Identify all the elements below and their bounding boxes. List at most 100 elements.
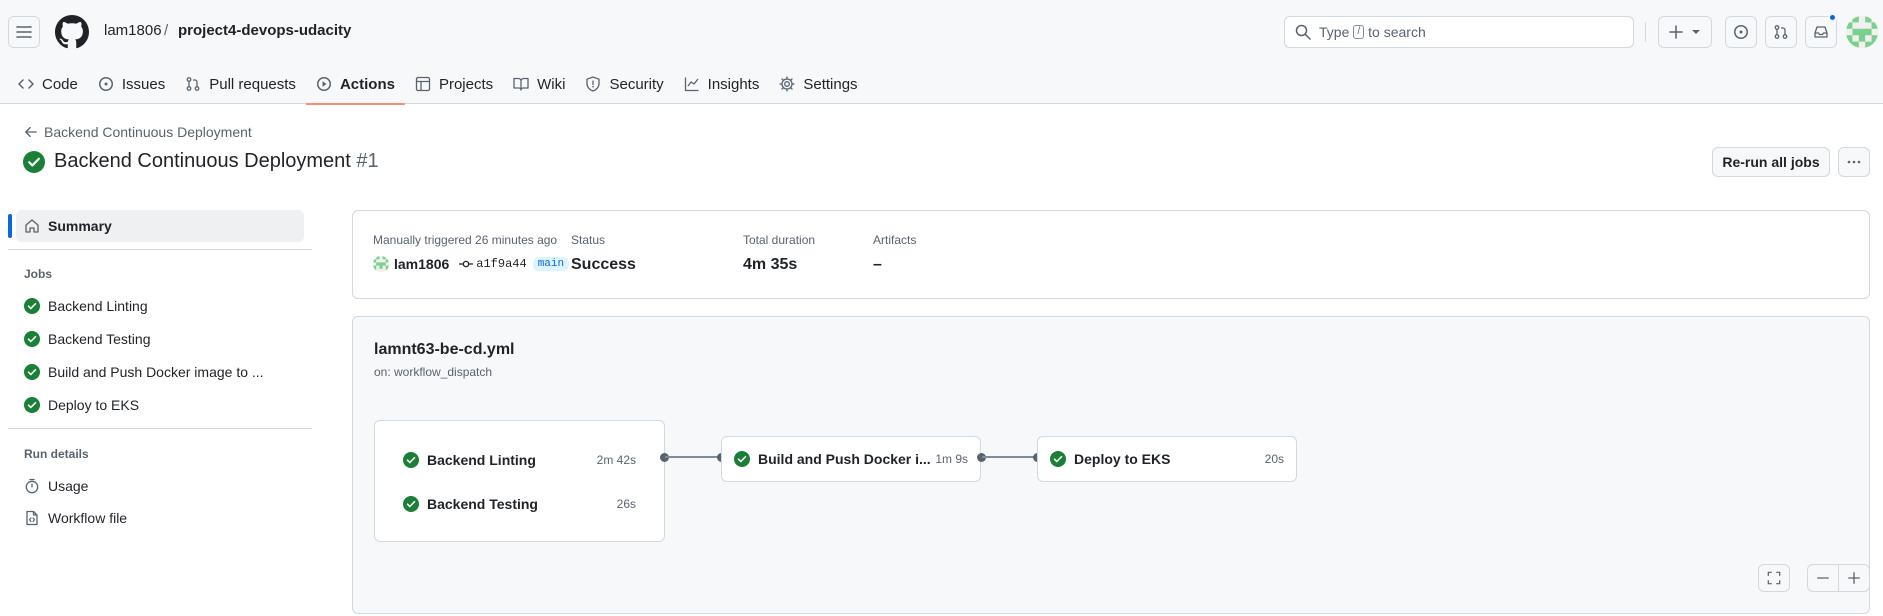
tab-label: Wiki (537, 75, 566, 93)
success-check-icon (24, 298, 40, 314)
more-options-button[interactable] (1838, 147, 1870, 177)
kebab-horizontal-icon (1847, 160, 1861, 164)
home-icon (25, 219, 39, 233)
zoom-in-button[interactable] (1838, 564, 1870, 592)
plus-icon (1669, 25, 1683, 39)
breadcrumb-repo[interactable]: project4-devops-udacity (178, 22, 351, 39)
sidebar-job-label: Backend Testing (48, 331, 151, 347)
trigger-user-link[interactable]: lam1806 (394, 256, 449, 272)
tab-label: Insights (707, 75, 760, 93)
tab-actions[interactable]: Actions (305, 64, 405, 105)
branch-badge[interactable]: main (532, 257, 570, 271)
workflow-file-name[interactable]: lamnt63-be-cd.yml (374, 341, 514, 359)
github-logo-icon[interactable] (55, 15, 89, 49)
sidebar-job-build-push-docker[interactable]: Build and Push Docker image to ... (24, 360, 264, 384)
header-divider (1645, 22, 1646, 42)
fullscreen-button[interactable] (1758, 564, 1790, 592)
sidebar-divider (8, 428, 312, 429)
page-title: Backend Continuous Deployment #1 (54, 150, 379, 173)
duration-info: Total duration 4m 35s (743, 233, 815, 274)
play-icon (316, 77, 331, 91)
jobs-heading: Jobs (24, 267, 53, 281)
table-icon (415, 76, 431, 92)
trigger-user-avatar[interactable] (373, 256, 389, 272)
your-pull-requests-button[interactable] (1765, 16, 1797, 48)
notification-indicator (1828, 13, 1837, 22)
search-placeholder-suffix: to search (1368, 24, 1426, 40)
tab-security[interactable]: Security (575, 64, 673, 104)
graph-job-build-push-docker[interactable]: Build and Push Docker i... 1m 9s (722, 447, 980, 471)
graph-job-name: Backend Linting (427, 452, 536, 468)
repo-tabs: Code Issues Pull requests Actions Projec… (8, 64, 868, 105)
book-icon (513, 77, 529, 91)
tab-insights[interactable]: Insights (674, 64, 770, 104)
search-shortcut-key: / (1353, 25, 1365, 39)
sidebar-item-label: Summary (48, 218, 112, 234)
search-input[interactable]: Type / to search (1284, 16, 1634, 48)
sidebar-item-workflow-file[interactable]: Workflow file (24, 506, 127, 530)
tab-label: Settings (803, 75, 858, 93)
dash-icon (1817, 577, 1829, 579)
breadcrumb-owner[interactable]: lam1806 (104, 22, 162, 39)
tab-wiki[interactable]: Wiki (503, 64, 575, 104)
tab-projects[interactable]: Projects (405, 64, 503, 104)
sidebar-job-label: Build and Push Docker image to ... (48, 364, 264, 380)
breadcrumb-separator: / (164, 22, 169, 39)
tab-settings[interactable]: Settings (769, 64, 867, 104)
active-indicator (8, 214, 12, 238)
duration-label: Total duration (743, 233, 816, 247)
status-value: Success (571, 256, 636, 273)
tab-label: Projects (438, 75, 494, 93)
sidebar-job-label: Deploy to EKS (48, 397, 140, 413)
pull-request-icon (1774, 25, 1788, 39)
issue-icon (98, 77, 113, 91)
pull-request-icon (186, 77, 200, 91)
success-check-icon (403, 496, 419, 512)
tab-label: Actions (339, 75, 395, 93)
sidebar-job-label: Backend Linting (48, 298, 148, 314)
success-check-icon (23, 151, 45, 173)
create-new-button[interactable] (1658, 16, 1712, 48)
your-issues-button[interactable] (1725, 16, 1757, 48)
tab-label: Code (42, 75, 78, 93)
commit-sha-link[interactable]: a1f9a44 (476, 257, 526, 271)
sidebar-job-deploy-eks[interactable]: Deploy to EKS (24, 393, 139, 417)
zoom-out-button[interactable] (1807, 564, 1839, 592)
sidebar-divider (8, 249, 312, 250)
success-check-icon (24, 364, 40, 380)
run-details-heading: Run details (24, 447, 89, 461)
tab-issues[interactable]: Issues (88, 64, 175, 104)
menu-button[interactable] (8, 16, 40, 48)
status-label: Status (571, 233, 606, 247)
success-check-icon (24, 397, 40, 413)
plus-icon (1848, 572, 1860, 584)
artifacts-value: – (873, 256, 882, 273)
duration-value: 4m 35s (743, 256, 798, 273)
search-placeholder-prefix: Type (1319, 24, 1350, 40)
tab-label: Pull requests (209, 75, 296, 93)
tab-label: Security (609, 75, 664, 93)
graph-job-backend-testing[interactable]: Backend Testing 26s (375, 492, 664, 516)
sidebar-job-backend-testing[interactable]: Backend Testing (24, 327, 150, 351)
back-to-workflow-link[interactable]: Backend Continuous Deployment (24, 124, 252, 140)
back-link-label: Backend Continuous Deployment (44, 124, 252, 140)
tab-label: Issues (121, 75, 166, 93)
file-code-icon (26, 510, 38, 526)
sidebar-item-summary[interactable]: Summary (16, 210, 304, 242)
identicon-avatar (373, 256, 389, 272)
graph-job-name: Backend Testing (427, 496, 538, 512)
tab-pull-requests[interactable]: Pull requests (175, 64, 306, 104)
gear-icon (779, 76, 796, 92)
graph-connector-line (665, 456, 719, 458)
job-group-stage-1: Backend Linting 2m 42s Backend Testing 2… (374, 420, 665, 542)
workflow-graph-card: lamnt63-be-cd.yml on: workflow_dispatch … (352, 316, 1870, 614)
sidebar-item-usage[interactable]: Usage (24, 474, 88, 498)
tab-code[interactable]: Code (8, 64, 88, 104)
sidebar-job-backend-linting[interactable]: Backend Linting (24, 294, 148, 318)
user-avatar[interactable] (1846, 16, 1878, 48)
graph-job-backend-linting[interactable]: Backend Linting 2m 42s (375, 448, 664, 472)
graph-job-deploy-eks[interactable]: Deploy to EKS 20s (1038, 447, 1296, 471)
run-title-text: Backend Continuous Deployment (54, 150, 351, 172)
issue-icon (1734, 25, 1748, 39)
rerun-all-jobs-button[interactable]: Re-run all jobs (1712, 147, 1830, 177)
